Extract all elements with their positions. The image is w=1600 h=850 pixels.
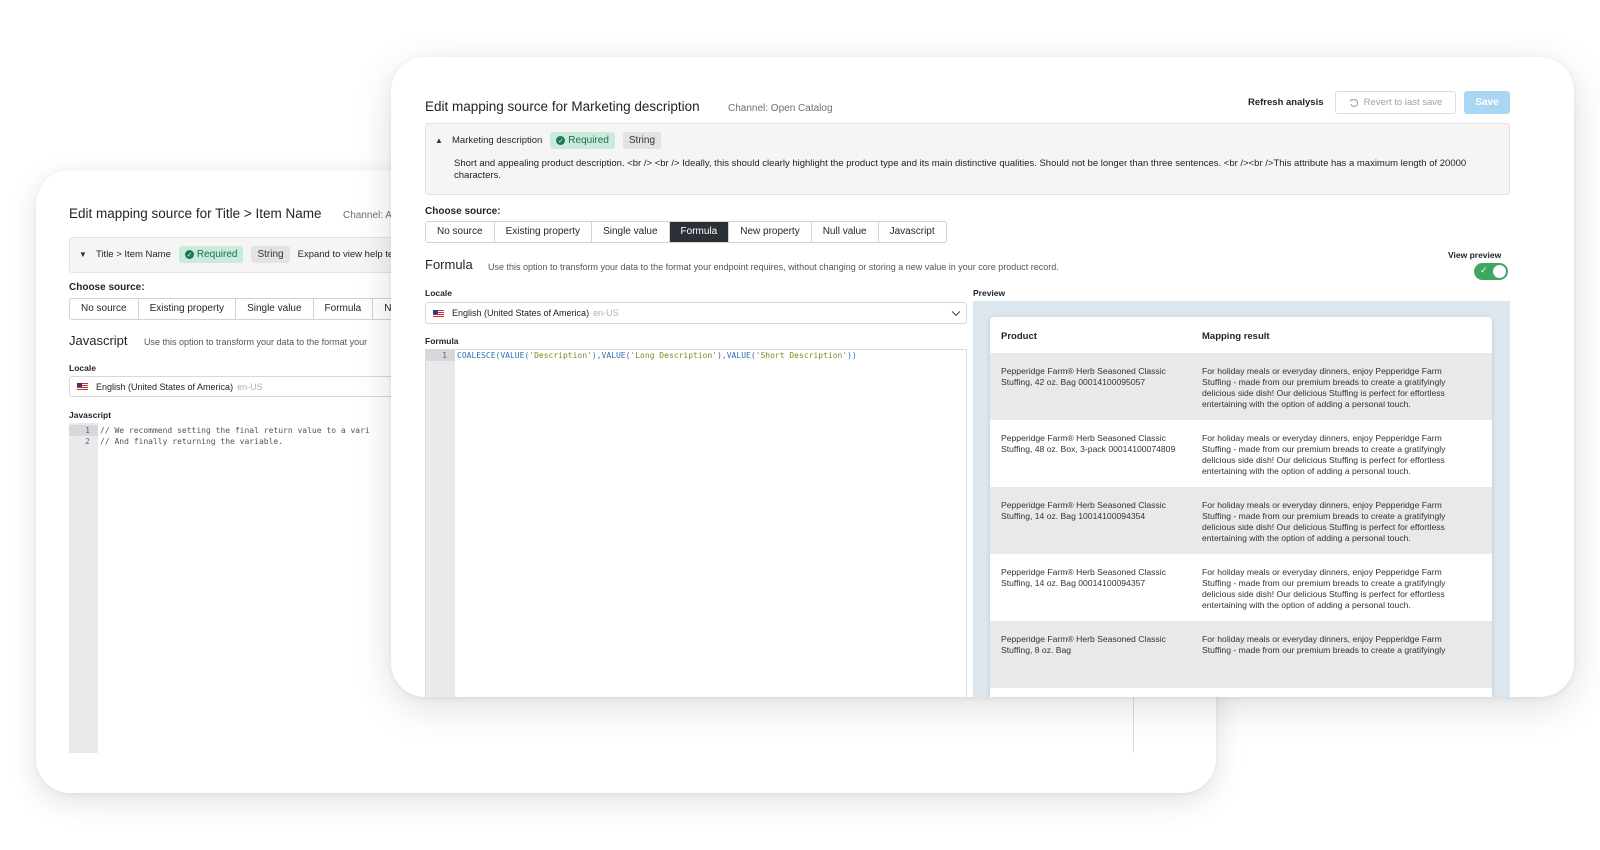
tab-existing-property[interactable]: Existing property [495, 222, 593, 242]
back-page-title: Edit mapping source for Title > Item Nam… [69, 206, 322, 221]
section-description: Use this option to transform your data t… [488, 262, 1059, 272]
toggle-knob [1493, 265, 1506, 278]
tab-single-value[interactable]: Single value [236, 299, 314, 319]
code-line: 1// We recommend setting the final retur… [69, 425, 370, 436]
tab-formula[interactable]: Formula [314, 299, 374, 319]
back-javascript-label: Javascript [69, 410, 112, 420]
undo-icon [1349, 98, 1358, 107]
tab-null-value[interactable]: Null value [812, 222, 879, 242]
result-cell: For holiday meals or everyday dinners, e… [1202, 500, 1446, 543]
back-section-title: Javascript [69, 333, 128, 348]
type-badge: String [622, 132, 662, 149]
formula-editor[interactable]: 1 COALESCE(VALUE('Description'),VALUE('Lo… [425, 349, 967, 697]
help-text: Short and appealing product description.… [454, 158, 1467, 181]
expand-help-link[interactable]: Expand to view help text [298, 249, 401, 260]
tab-formula[interactable]: Formula [669, 222, 730, 242]
code-line: 1 COALESCE(VALUE('Description'),VALUE('Lo… [426, 350, 857, 361]
attribute-name: Marketing description [452, 135, 543, 146]
preview-label: Preview [973, 288, 1006, 298]
back-type-badge: String [251, 246, 290, 263]
locale-label: Locale [425, 288, 452, 298]
view-preview-label: View preview [1448, 250, 1502, 260]
chevron-down-icon [951, 307, 961, 317]
attribute-box: ▲ Marketing description ✓ Required String… [425, 123, 1510, 195]
check-icon: ✓ [1480, 265, 1488, 275]
us-flag-icon [433, 309, 444, 317]
tab-no-source[interactable]: No source [426, 222, 495, 242]
back-source-tabs: No source Existing property Single value… [69, 298, 404, 320]
required-badge: ✓ Required [550, 132, 615, 149]
result-cell: For holiday meals or everyday dinners, e… [1202, 567, 1446, 610]
refresh-analysis-button[interactable]: Refresh analysis [1248, 97, 1324, 108]
preview-table-header: Product Mapping result [990, 317, 1492, 353]
table-row: Pepperidge Farm® Herb Seasoned Classic S… [990, 487, 1492, 554]
product-cell: Pepperidge Farm® Herb Seasoned Classic S… [1001, 366, 1166, 387]
table-row: Pepperidge Farm® Herb Seasoned Classic S… [990, 554, 1492, 621]
view-preview-toggle[interactable]: ✓ [1474, 263, 1508, 280]
preview-panel: Product Mapping result Pepperidge Farm® … [973, 301, 1510, 697]
save-button[interactable]: Save [1464, 91, 1510, 114]
table-row: Pepperidge Farm® Herb Seasoned Classic S… [990, 621, 1492, 688]
column-header-mapping-result: Mapping result [1202, 331, 1270, 342]
front-mapping-panel: Edit mapping source for Marketing descri… [391, 57, 1574, 697]
tab-javascript[interactable]: Javascript [879, 222, 946, 242]
expand-caret-icon[interactable]: ▼ [78, 250, 88, 259]
product-cell: Pepperidge Farm® Herb Seasoned Classic S… [1001, 567, 1166, 588]
us-flag-icon [77, 383, 88, 390]
product-cell: Pepperidge Farm® Herb Seasoned Classic S… [1001, 634, 1166, 655]
back-section-description: Use this option to transform your data t… [144, 337, 368, 347]
line-gutter [426, 350, 455, 697]
check-circle-icon: ✓ [184, 250, 194, 259]
line-gutter [69, 423, 98, 753]
product-cell: Pepperidge Farm® Herb Seasoned Classic S… [1001, 500, 1166, 521]
back-choose-source-label: Choose source: [69, 282, 145, 293]
tab-no-source[interactable]: No source [70, 299, 139, 319]
source-tabs: No source Existing property Single value… [425, 221, 947, 243]
table-row: Pepperidge Farm® Herb Seasoned Classic S… [990, 353, 1492, 420]
back-locale-label: Locale [69, 363, 96, 373]
tab-new-property[interactable]: New property [729, 222, 812, 242]
tab-existing-property[interactable]: Existing property [139, 299, 237, 319]
back-channel-label: Channel: A [343, 210, 392, 221]
tab-single-value[interactable]: Single value [592, 222, 670, 242]
table-row: Pepperidge Farm® Herb Seasoned Classic S… [990, 420, 1492, 487]
channel-label: Channel: Open Catalog [728, 103, 833, 114]
product-cell: Pepperidge Farm® Herb Seasoned Classic S… [1001, 433, 1176, 454]
preview-table: Product Mapping result Pepperidge Farm® … [990, 317, 1492, 697]
back-required-badge: ✓ Required [178, 246, 244, 263]
collapse-caret-icon[interactable]: ▲ [434, 136, 444, 145]
back-attribute-box: ▼ Title > Item Name ✓ Required String Exp… [69, 237, 409, 273]
back-attribute-name: Title > Item Name [96, 249, 171, 260]
revert-button[interactable]: Revert to last save [1335, 91, 1456, 114]
section-title: Formula [425, 257, 473, 272]
page-title: Edit mapping source for Marketing descri… [425, 99, 700, 114]
formula-label: Formula [425, 336, 459, 346]
result-cell: For holiday meals or everyday dinners, e… [1202, 366, 1446, 409]
result-cell: For holiday meals or everyday dinners, e… [1202, 634, 1446, 655]
column-header-product: Product [1001, 331, 1037, 342]
result-cell: For holiday meals or everyday dinners, e… [1202, 433, 1446, 476]
choose-source-label: Choose source: [425, 206, 501, 217]
locale-select[interactable]: English (United States of America) en-US [425, 302, 967, 324]
check-circle-icon: ✓ [556, 136, 566, 145]
code-line: 2// And finally returning the variable. [85, 437, 284, 446]
